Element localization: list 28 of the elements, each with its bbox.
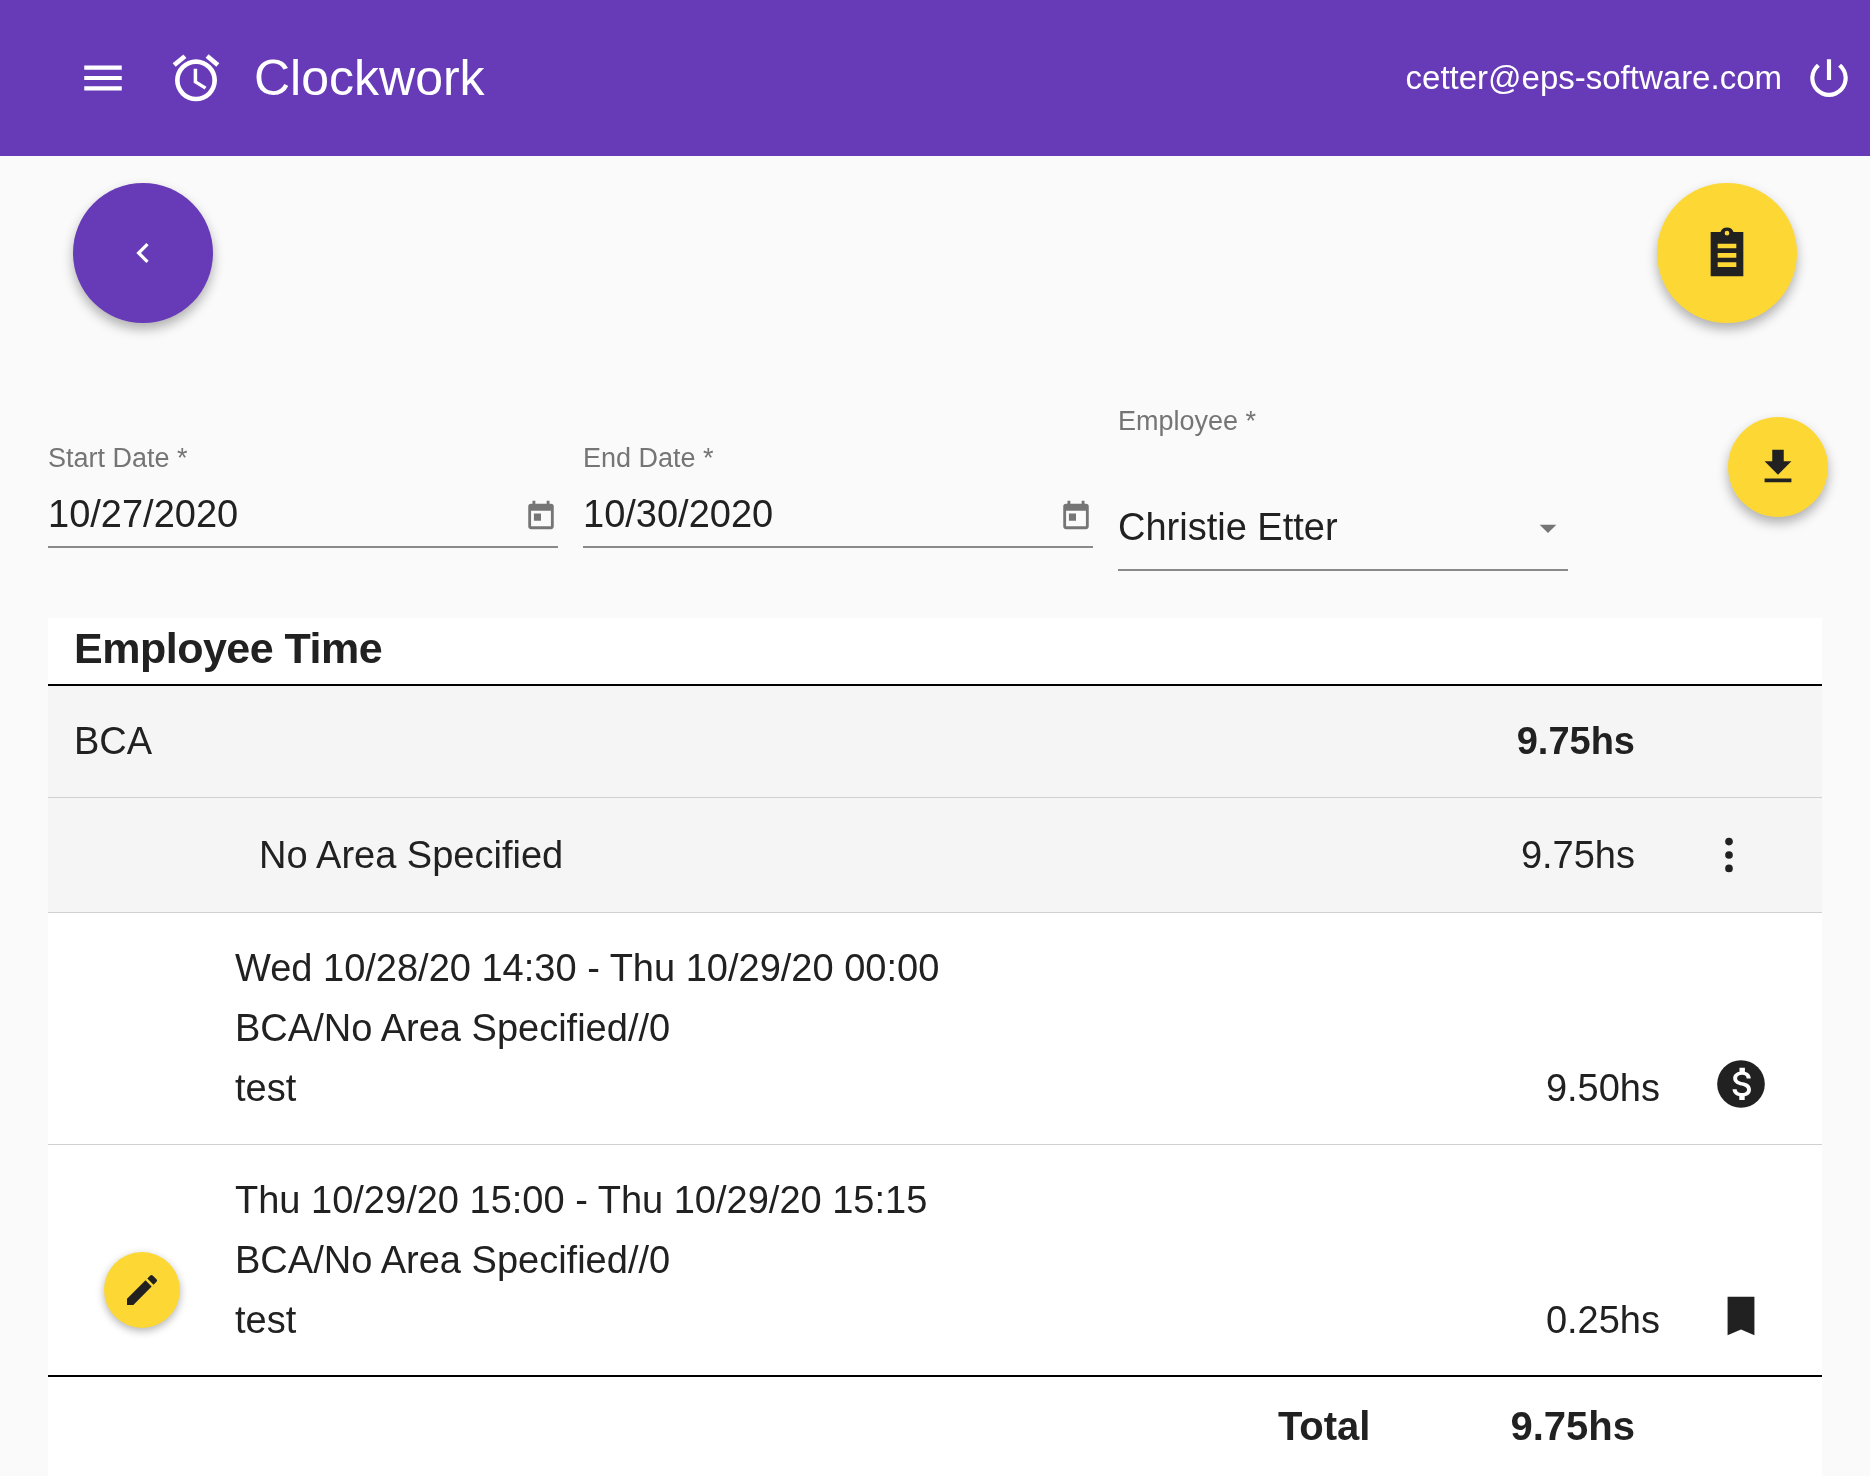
dollar-circle-icon[interactable] (1715, 1058, 1767, 1110)
back-button[interactable] (73, 183, 213, 323)
group-hours: 9.75hs (1515, 720, 1635, 763)
field-label: Employee * (1118, 406, 1258, 438)
total-value: 9.75hs (1510, 1404, 1635, 1449)
total-label: Total (1277, 1404, 1371, 1449)
date-field[interactable]: 10/30/2020 (583, 489, 1093, 548)
group-name: BCA (74, 720, 153, 763)
field-label: End Date * (583, 443, 715, 475)
clipboard-button[interactable] (1657, 183, 1797, 323)
entry-note: test (235, 1298, 298, 1342)
entry-time-range: Wed 10/28/20 14:30 - Thu 10/29/20 00:00 (235, 947, 941, 990)
area-name: No Area Specified (259, 833, 564, 877)
field-label: Start Date * (48, 443, 189, 475)
entry-hours: 9.50hs (1545, 1067, 1660, 1110)
download-button[interactable] (1728, 417, 1828, 517)
entry-time-range: Thu 10/29/20 15:00 - Thu 10/29/20 15:15 (235, 1178, 929, 1222)
entry-hours: 0.25hs (1545, 1298, 1660, 1342)
entry-path: BCA/No Area Specified//0 (235, 1007, 672, 1050)
entry-path: BCA/No Area Specified//0 (235, 1238, 672, 1282)
app-title: Clockwork (254, 49, 485, 107)
entry-note: test (235, 1067, 298, 1110)
edit-button[interactable] (103, 1252, 180, 1328)
user-email: cetter@eps-software.com (1405, 59, 1782, 97)
date-field[interactable]: 10/27/2020 (48, 489, 558, 548)
card-title: Employee Time (74, 624, 383, 672)
area-hours: 9.75hs (1519, 833, 1635, 877)
employee-select[interactable]: Christie Etter (1118, 502, 1568, 571)
